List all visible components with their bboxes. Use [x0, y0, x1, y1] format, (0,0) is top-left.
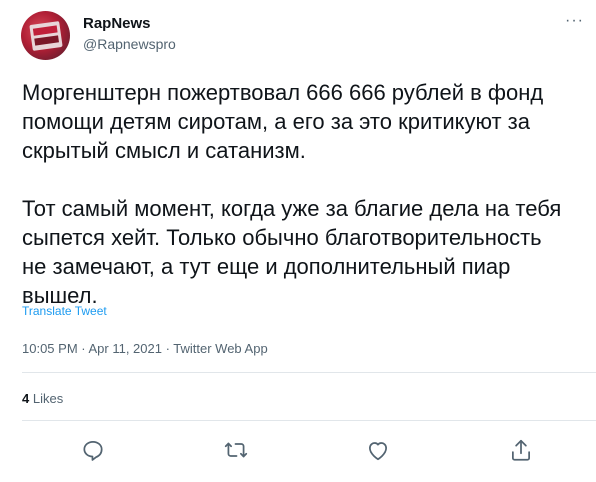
- retweet-icon: [224, 442, 248, 458]
- like-button[interactable]: [365, 437, 391, 463]
- display-name[interactable]: RapNews: [83, 15, 151, 32]
- likes-label: Likes: [32, 391, 64, 406]
- share-icon: [512, 439, 530, 461]
- tweet-card: RapNews @Rapnewspro ··· Моргенштерн поже…: [0, 0, 596, 482]
- share-button[interactable]: [508, 437, 534, 463]
- likes-count: 4: [22, 391, 30, 406]
- reply-icon: [83, 441, 103, 461]
- avatar-logo: [29, 21, 63, 51]
- reply-button[interactable]: [80, 437, 106, 463]
- user-handle[interactable]: @Rapnewspro: [83, 36, 176, 52]
- retweet-button[interactable]: [223, 437, 249, 463]
- more-options-icon[interactable]: ···: [565, 13, 584, 29]
- tweet-text: Моргенштерн пожертвовал 666 666 рублей в…: [22, 80, 562, 308]
- avatar[interactable]: [21, 11, 70, 60]
- heart-icon: [369, 442, 387, 461]
- divider: [22, 372, 596, 373]
- divider: [22, 420, 596, 421]
- likes-stat[interactable]: 4 Likes: [22, 391, 63, 406]
- translate-tweet-link[interactable]: Translate Tweet: [22, 304, 107, 318]
- tweet-timestamp[interactable]: 10:05 PM · Apr 11, 2021 · Twitter Web Ap…: [22, 341, 268, 356]
